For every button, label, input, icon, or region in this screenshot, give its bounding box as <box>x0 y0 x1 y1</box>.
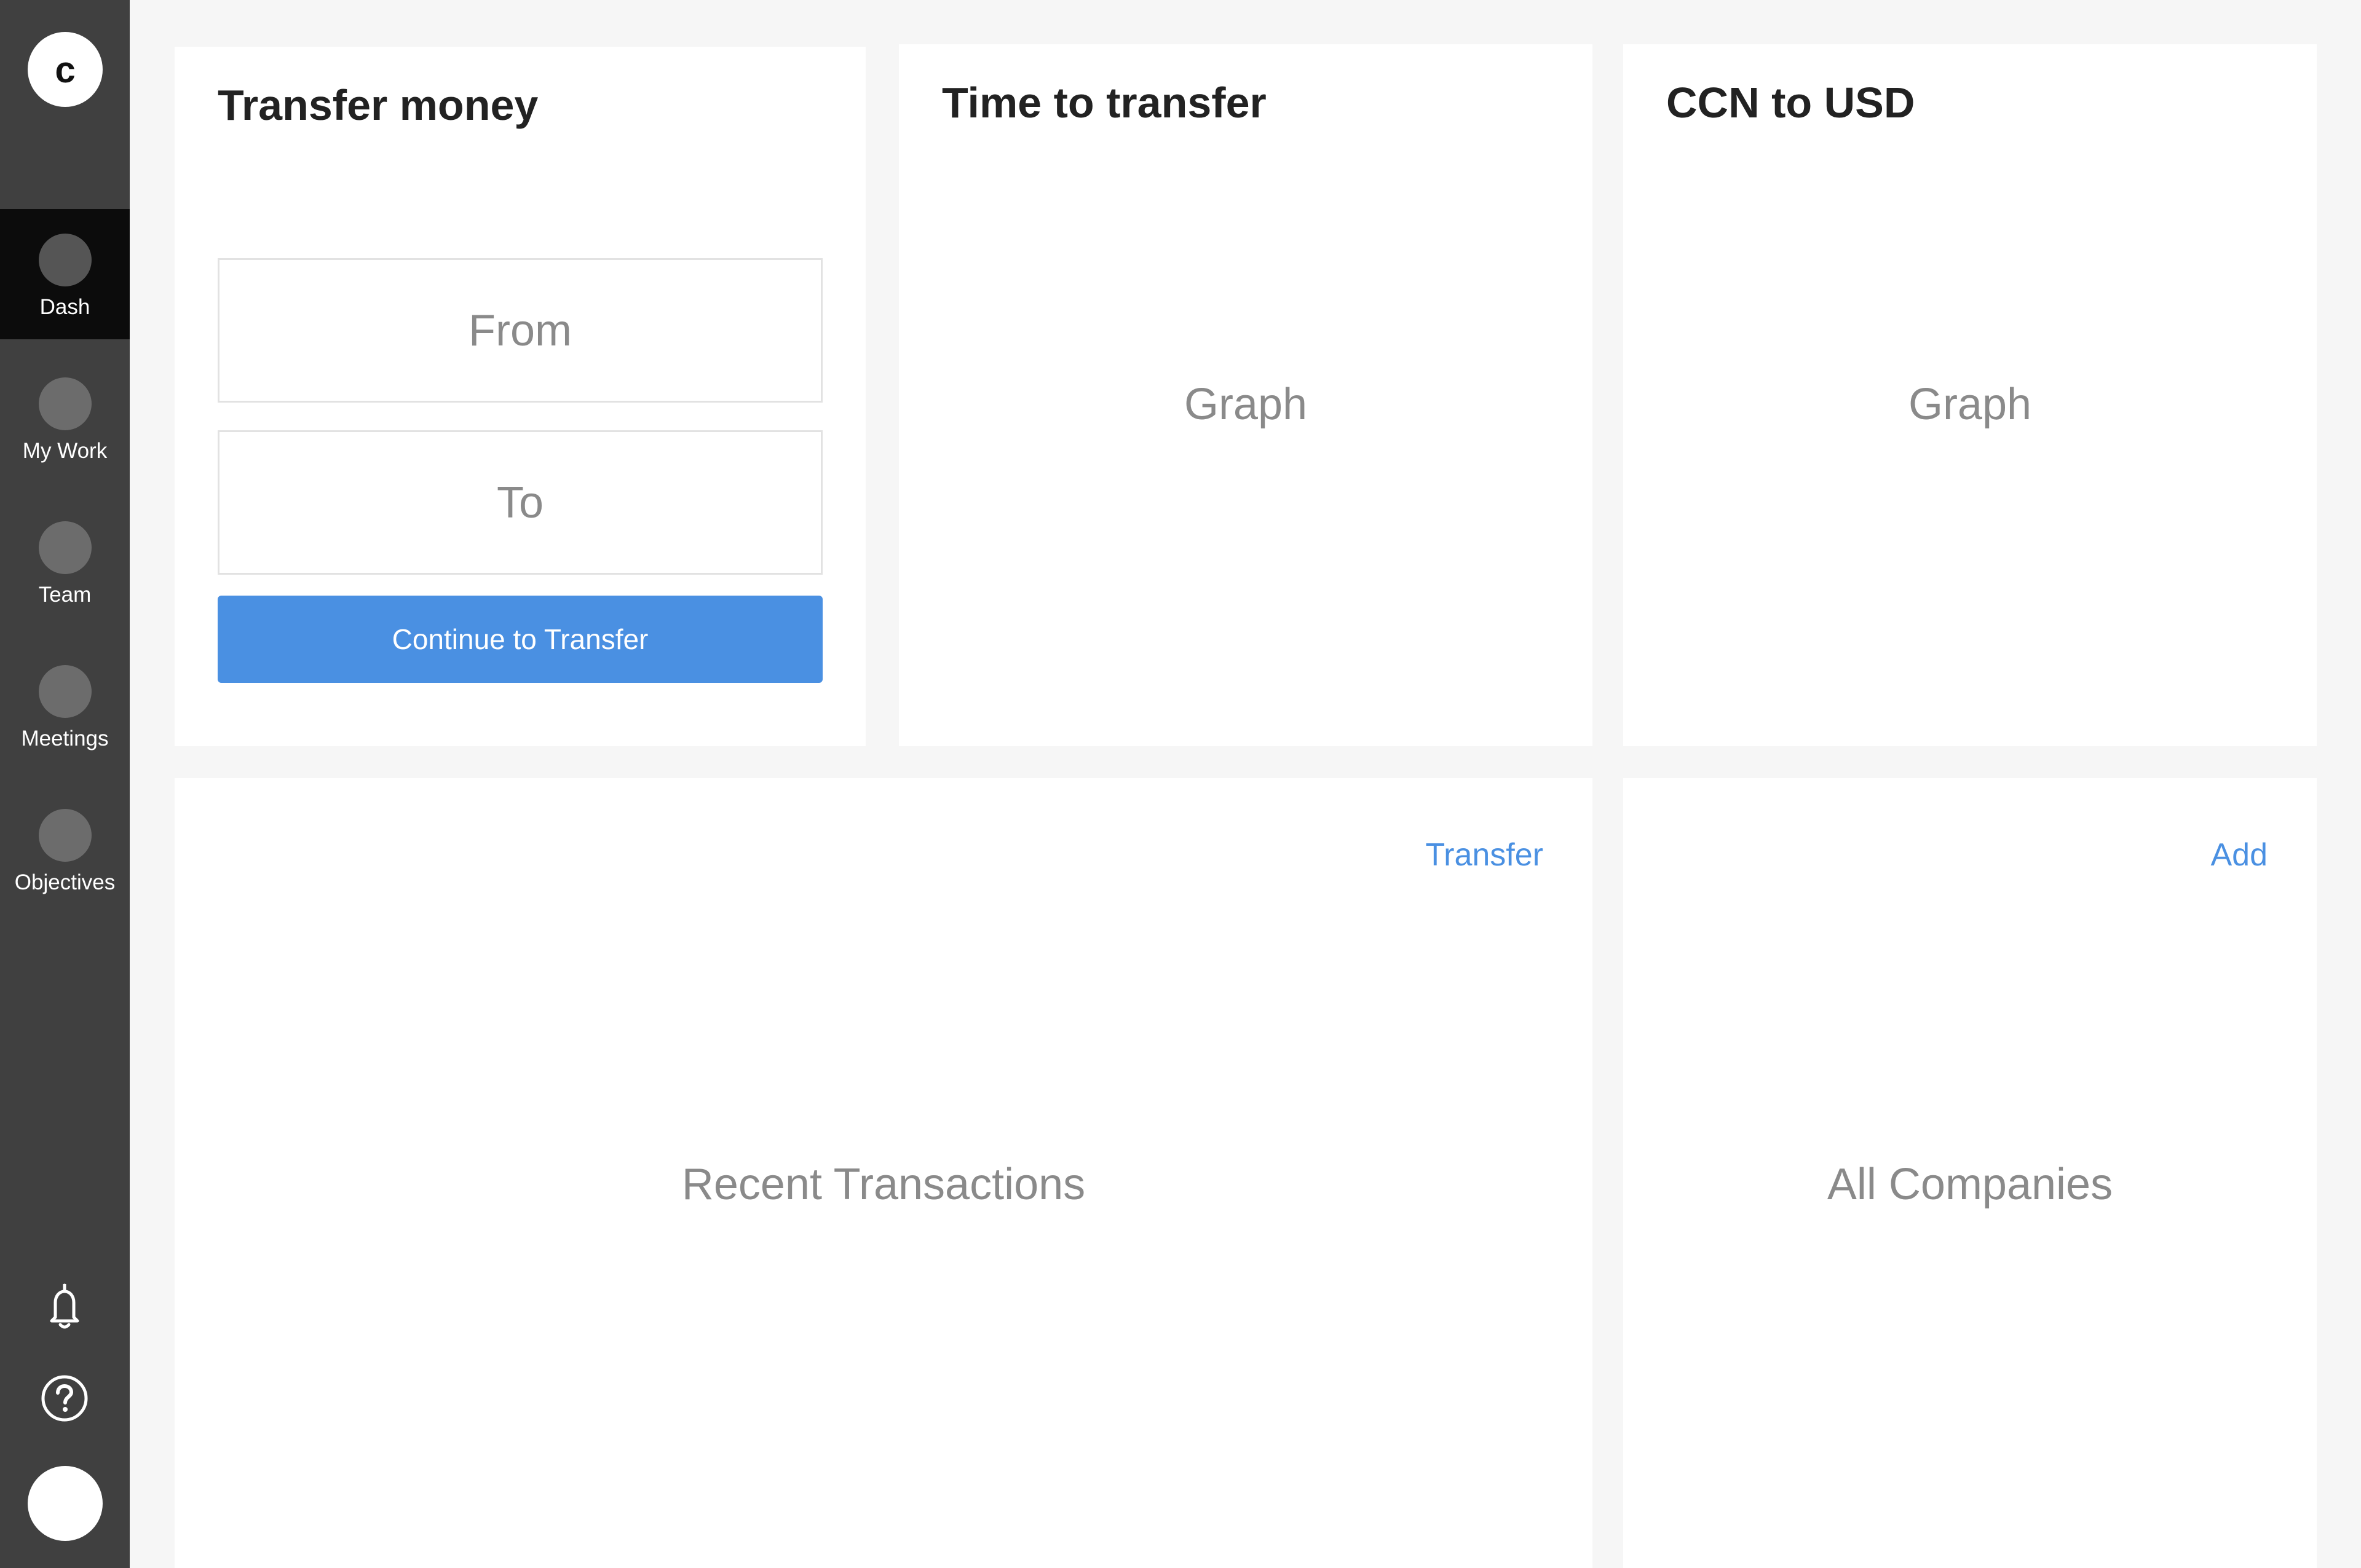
sidebar-item-dash[interactable]: Dash <box>0 209 130 339</box>
avatar[interactable] <box>28 1466 103 1541</box>
sidebar-item-meetings[interactable]: Meetings <box>0 640 130 771</box>
logo-letter: c <box>55 49 76 90</box>
notifications-button[interactable] <box>34 1275 95 1337</box>
sidebar-item-label: Team <box>38 583 92 607</box>
transfer-link[interactable]: Transfer <box>1425 837 1543 873</box>
add-company-link[interactable]: Add <box>2210 837 2268 873</box>
from-placeholder: From <box>469 305 572 355</box>
ccn-to-usd-card: CCN to USD Graph <box>1623 44 2317 746</box>
app-logo[interactable]: c <box>28 32 103 107</box>
to-placeholder: To <box>496 478 544 527</box>
team-icon <box>38 521 92 574</box>
objectives-icon <box>38 809 92 862</box>
help-button[interactable] <box>34 1368 95 1429</box>
sidebar: c Dash My Work Team Meetings Objectives <box>0 0 130 1568</box>
all-companies-card: Add All Companies <box>1623 778 2317 1568</box>
time-to-transfer-card: Time to transfer Graph <box>899 44 1592 746</box>
all-companies-list: All Companies <box>1827 1160 2113 1209</box>
question-circle-icon <box>41 1375 88 1422</box>
time-to-transfer-graph: Graph <box>1184 380 1308 429</box>
ccn-to-usd-graph: Graph <box>1908 380 2032 429</box>
sidebar-item-label: Meetings <box>21 727 109 751</box>
bell-icon <box>50 1283 79 1329</box>
transfer-money-card: Transfer money From To Continue to Trans… <box>175 47 866 746</box>
sidebar-item-objectives[interactable]: Objectives <box>0 784 130 915</box>
card-title: CCN to USD <box>1666 79 1915 127</box>
dash-icon <box>38 234 92 286</box>
app-root: c Dash My Work Team Meetings Objectives <box>0 0 2361 1568</box>
continue-to-transfer-button[interactable]: Continue to Transfer <box>218 596 823 683</box>
recent-transactions-card: Transfer Recent Transactions <box>175 778 1592 1568</box>
sidebar-item-label: My Work <box>22 439 108 463</box>
card-title: Time to transfer <box>942 79 1267 127</box>
sidebar-item-label: Dash <box>39 295 90 319</box>
card-title: Transfer money <box>218 81 539 129</box>
sidebar-item-team[interactable]: Team <box>0 497 130 627</box>
to-field[interactable]: To <box>218 430 823 575</box>
from-field[interactable]: From <box>218 258 823 403</box>
recent-transactions-list: Recent Transactions <box>681 1160 1086 1209</box>
my-work-icon <box>38 377 92 430</box>
meetings-icon <box>38 665 92 718</box>
sidebar-item-my-work[interactable]: My Work <box>0 353 130 483</box>
sidebar-item-label: Objectives <box>14 870 116 894</box>
